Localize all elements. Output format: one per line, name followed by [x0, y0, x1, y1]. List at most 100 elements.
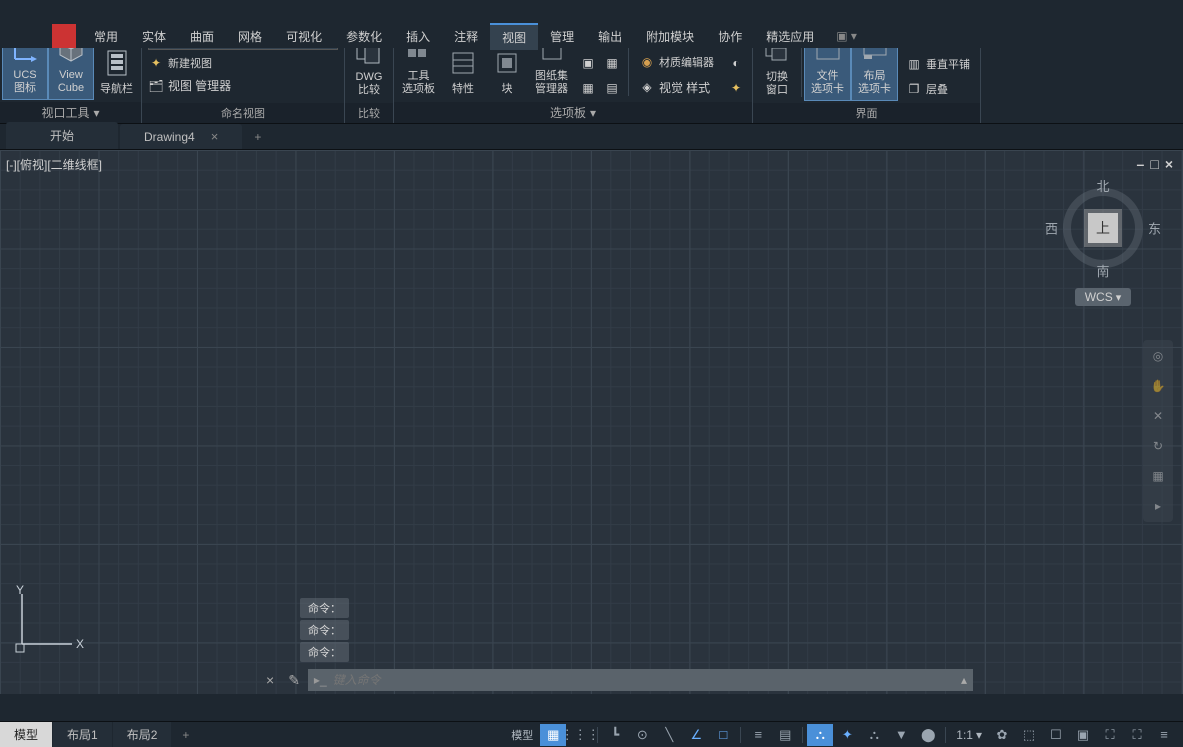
layout-tab-model[interactable]: 模型 — [0, 722, 52, 747]
tool-palette-label: 工具 选项板 — [402, 70, 435, 96]
status-annotation-scale[interactable]: 1:1▾ — [950, 724, 988, 746]
status-gizmo-icon[interactable]: ⬤ — [915, 724, 941, 746]
menu-mesh[interactable]: 网格 — [226, 24, 274, 49]
viewcube-widget: 北 南 东 西 上 WCS ▾ — [1043, 180, 1163, 306]
status-ortho-icon[interactable]: ┗ — [602, 724, 628, 746]
status-customize-icon[interactable]: ≡ — [1151, 724, 1177, 746]
status-3dosnap-icon[interactable]: ✦ — [834, 724, 860, 746]
wcs-dropdown[interactable]: WCS ▾ — [1075, 288, 1132, 306]
status-polar-icon[interactable]: ⊙ — [629, 724, 655, 746]
svg-text:Y: Y — [16, 584, 24, 597]
layout-tabs: 模型 布局1 布局2 + — [0, 722, 199, 747]
layout-tab-add[interactable]: + — [172, 724, 199, 746]
layout-tabs-label: 布局 选项卡 — [858, 70, 891, 96]
command-history: 命令： 命令： 命令： — [300, 598, 349, 664]
menu-featured[interactable]: 精选应用 — [754, 24, 826, 49]
command-input[interactable] — [333, 673, 955, 687]
viewport-label[interactable]: [-][俯视][二维线框] — [6, 156, 102, 173]
menu-collab[interactable]: 协作 — [706, 24, 754, 49]
status-hardware-accel-icon[interactable]: ⛶ — [1097, 724, 1123, 746]
status-qprops-icon[interactable]: ▣ — [1070, 724, 1096, 746]
cascade-button[interactable]: ❐层叠 — [902, 78, 974, 100]
compass-north[interactable]: 北 — [1096, 176, 1109, 195]
menu-view[interactable]: 视图 — [490, 23, 538, 50]
showmotion-icon[interactable]: ▦ — [1148, 466, 1168, 486]
status-transparency-icon[interactable]: ▤ — [772, 724, 798, 746]
status-annotation-monitor-icon[interactable]: ⬚ — [1016, 724, 1042, 746]
menu-insert[interactable]: 插入 — [394, 24, 442, 49]
status-units-icon[interactable]: ☐ — [1043, 724, 1069, 746]
doc-tab-drawing4[interactable]: Drawing4× — [120, 124, 242, 149]
viewcube-top-face[interactable]: 上 — [1088, 213, 1118, 243]
menu-output[interactable]: 输出 — [586, 24, 634, 49]
drawing-canvas[interactable]: [-][俯视][二维线框] – □ × 北 南 东 西 上 WCS ▾ ◎ ✋ … — [0, 150, 1183, 694]
compass-south[interactable]: 南 — [1096, 261, 1109, 280]
status-isodraft-icon[interactable]: ╲ — [656, 724, 682, 746]
menu-visualize[interactable]: 可视化 — [274, 24, 334, 49]
new-view-button[interactable]: ✦新建视图 — [144, 52, 342, 74]
viewcube-label: View Cube — [58, 69, 84, 95]
zoom-extents-icon[interactable]: ✕ — [1148, 406, 1168, 426]
command-dropdown-icon[interactable]: ▴ — [961, 673, 967, 687]
status-cleanscreen-icon[interactable]: ⛶ — [1124, 724, 1150, 746]
layer-mgr-icon[interactable]: ▦ — [578, 78, 598, 98]
command-prompt-icon: ▸_ — [314, 673, 327, 687]
ucs-origin-icon[interactable]: YX — [14, 584, 84, 654]
cascade-icon: ❐ — [906, 81, 922, 97]
switch-window-label: 切换 窗口 — [766, 71, 788, 97]
status-osnap-tracking-icon[interactable]: ∠ — [683, 724, 709, 746]
design-center-icon[interactable]: ▣ — [578, 53, 598, 73]
status-selection-cycling-icon[interactable]: ⛬ — [807, 724, 833, 746]
status-model-toggle[interactable]: 模型 — [505, 724, 539, 746]
compass-east[interactable]: 东 — [1148, 219, 1161, 238]
properties-label: 特性 — [452, 83, 474, 96]
status-lineweight-icon[interactable]: ≡ — [745, 724, 771, 746]
interface-panel-label: 界面 — [753, 103, 980, 123]
pan-icon[interactable]: ✋ — [1148, 376, 1168, 396]
status-grid-icon[interactable]: ▦ — [540, 724, 566, 746]
compass-ring[interactable]: 北 南 东 西 上 — [1055, 180, 1151, 276]
menu-annotate[interactable]: 注释 — [442, 24, 490, 49]
status-dynamic-ucs-icon[interactable]: ⛬ — [861, 724, 887, 746]
menu-overflow-icon[interactable]: ▣ ▾ — [836, 29, 857, 43]
command-close-icon[interactable]: × — [260, 672, 280, 688]
menu-surface[interactable]: 曲面 — [178, 24, 226, 49]
app-icon[interactable] — [52, 24, 76, 48]
view-manager-button[interactable]: 🗂视图 管理器 — [144, 74, 342, 97]
viewport-tools-panel-label[interactable]: 视口工具▾ — [0, 102, 141, 123]
render-icon[interactable]: ◐ — [726, 53, 746, 73]
menu-addons[interactable]: 附加模块 — [634, 24, 706, 49]
palettes-panel-label[interactable]: 选项板▾ — [394, 102, 752, 123]
nav-play-icon[interactable]: ▸ — [1148, 496, 1168, 516]
status-osnap-2d-icon[interactable]: □ — [710, 724, 736, 746]
tile-vertical-button[interactable]: ▥垂直平铺 — [902, 53, 974, 75]
visual-style-button[interactable]: ◈视觉 样式 — [635, 76, 718, 99]
doc-tab-add[interactable]: + — [244, 125, 271, 149]
layout-tab-2[interactable]: 布局2 — [113, 722, 172, 747]
menu-solid[interactable]: 实体 — [130, 24, 178, 49]
chevron-down-icon: ▾ — [590, 106, 596, 120]
menu-manage[interactable]: 管理 — [538, 24, 586, 49]
orbit-icon[interactable]: ↻ — [1148, 436, 1168, 456]
layout-tab-1[interactable]: 布局1 — [53, 722, 112, 747]
close-icon[interactable]: × — [1165, 156, 1173, 172]
steering-wheel-icon[interactable]: ◎ — [1148, 346, 1168, 366]
calc-icon[interactable]: ▤ — [602, 78, 622, 98]
maximize-icon[interactable]: □ — [1150, 156, 1158, 172]
status-workspace-icon[interactable]: ✿ — [989, 724, 1015, 746]
command-config-icon[interactable]: ✎ — [284, 672, 304, 689]
light-icon[interactable]: ✦ — [726, 78, 746, 98]
markup-icon[interactable]: ▦ — [602, 53, 622, 73]
close-icon[interactable]: × — [211, 129, 219, 144]
status-selection-filter-icon[interactable]: ▼ — [888, 724, 914, 746]
compass-west[interactable]: 西 — [1045, 219, 1058, 238]
doc-tab-start[interactable]: 开始 — [6, 122, 118, 149]
command-line: × ✎ ▸_ ▴ — [260, 668, 973, 692]
status-snap-icon[interactable]: ⋮⋮⋮ — [567, 724, 593, 746]
menu-common[interactable]: 常用 — [82, 24, 130, 49]
minimize-icon[interactable]: – — [1137, 156, 1145, 172]
material-editor-button[interactable]: ◉材质编辑器 — [635, 51, 718, 73]
command-input-box[interactable]: ▸_ ▴ — [308, 669, 973, 691]
menu-parametric[interactable]: 参数化 — [334, 24, 394, 49]
named-views-panel-label: 命名视图 — [142, 103, 344, 123]
